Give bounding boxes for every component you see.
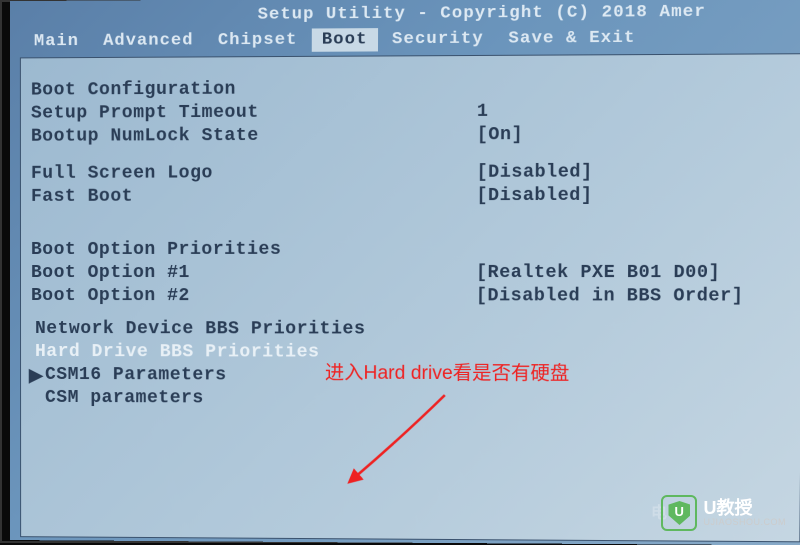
fast-boot-label: Fast Boot (31, 186, 477, 207)
boot-option-1-label: Boot Option #1 (31, 263, 476, 283)
boot-option-1-value: [Realtek PXE B01 D00] (476, 263, 720, 283)
menu-security[interactable]: Security (382, 27, 494, 51)
boot-config-header: Boot Configuration (31, 77, 793, 101)
boot-option-2-row[interactable]: Boot Option #2 [Disabled in BBS Order] (31, 286, 791, 307)
cursor-indicator-icon: ▶ (29, 365, 43, 387)
setup-prompt-label: Setup Prompt Timeout (31, 102, 477, 124)
top-menu-bar: Main Advanced Chipset Boot Security Save… (20, 26, 800, 54)
bios-content-pane: Boot Configuration Setup Prompt Timeout … (20, 53, 800, 542)
network-bbs-label: Network Device BBS Priorities (35, 319, 365, 340)
menu-save-exit[interactable]: Save & Exit (498, 26, 646, 50)
boot-priorities-header: Boot Option Priorities (31, 239, 792, 260)
menu-advanced[interactable]: Advanced (93, 29, 204, 53)
boot-option-2-label: Boot Option #2 (31, 286, 476, 306)
csm-label: CSM parameters (35, 388, 204, 409)
boot-option-2-value: [Disabled in BBS Order] (476, 286, 744, 306)
annotation-text: 进入Hard drive看是否有硬盘 (325, 358, 570, 386)
menu-chipset[interactable]: Chipset (208, 29, 308, 53)
fullscreen-logo-label: Full Screen Logo (31, 163, 477, 184)
menu-main[interactable]: Main (24, 30, 89, 54)
fullscreen-logo-value: [Disabled] (477, 162, 593, 183)
numlock-value: [On] (477, 125, 523, 145)
menu-boot[interactable]: Boot (312, 28, 378, 52)
csm16-label: CSM16 Parameters (35, 365, 227, 385)
numlock-label: Bootup NumLock State (31, 125, 477, 147)
numlock-row[interactable]: Bootup NumLock State [On] (31, 124, 793, 147)
watermark-shield-icon (661, 495, 697, 531)
bios-title: Setup Utility - Copyright (C) 2018 Amer (20, 2, 800, 26)
watermark: U教授 UJIAOSHOU.COM (661, 495, 786, 531)
setup-prompt-row[interactable]: Setup Prompt Timeout 1 (31, 100, 793, 123)
watermark-url: UJIAOSHOU.COM (703, 517, 786, 527)
harddrive-bbs-label: Hard Drive BBS Priorities (35, 342, 319, 363)
fullscreen-logo-row[interactable]: Full Screen Logo [Disabled] (31, 162, 793, 184)
setup-prompt-value: 1 (477, 102, 489, 122)
watermark-brand: U教授 (703, 499, 786, 517)
fast-boot-value: [Disabled] (476, 186, 592, 207)
boot-option-1-row[interactable]: Boot Option #1 [Realtek PXE B01 D00] (31, 263, 792, 283)
network-bbs-item[interactable]: Network Device BBS Priorities (31, 319, 791, 340)
fast-boot-row[interactable]: Fast Boot [Disabled] (31, 185, 792, 207)
bios-setup-screen: Setup Utility - Copyright (C) 2018 Amer … (10, 0, 800, 545)
csm-item[interactable]: CSM parameters (31, 388, 790, 411)
